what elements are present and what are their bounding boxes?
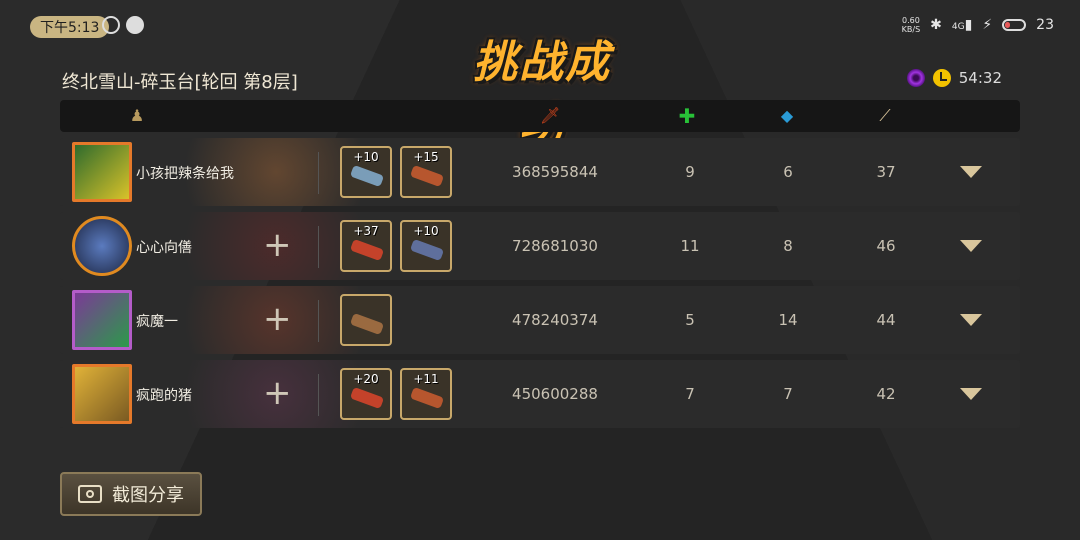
divider (318, 152, 319, 194)
weapon-icon (409, 238, 445, 262)
swirl-icon (906, 69, 925, 87)
wolf-value: 7 (783, 385, 793, 403)
expand-chevron-icon[interactable] (960, 240, 982, 252)
damage-value: 478240374 (512, 311, 598, 329)
stats-header: ♟ 🗡 ✚ ◆ ⟋ (60, 100, 1020, 132)
expand-chevron-icon[interactable] (960, 166, 982, 178)
wolf-value: 14 (778, 311, 798, 329)
player-row: 疯跑的猪 + +20 +11 450600288 7 7 42 (60, 360, 1020, 428)
equipment-level: +11 (413, 372, 439, 386)
equipment-slot[interactable]: +11 (400, 368, 452, 420)
weapon-icon (409, 164, 445, 188)
equipment-slot[interactable]: +37 (340, 220, 392, 272)
weapon-icon (349, 386, 385, 410)
weapon-icon (349, 312, 385, 336)
bone-value: 37 (876, 163, 896, 181)
damage-value: 368595844 (512, 163, 598, 181)
player-name: 小孩把辣条给我 (136, 166, 234, 182)
weapon-icon (349, 238, 385, 262)
equipment-level: +15 (413, 150, 439, 164)
heal-cross-icon: ✚ (678, 104, 696, 128)
status-time: 下午5:13 (30, 16, 110, 38)
player-name: 疯魔一 (136, 314, 178, 330)
divider (318, 374, 319, 416)
player-avatar[interactable] (72, 364, 132, 424)
bone-value: 42 (876, 385, 896, 403)
player-row: 小孩把辣条给我 +10 +15 368595844 9 6 37 (60, 138, 1020, 206)
equipment-slot[interactable]: +15 (400, 146, 452, 198)
timer-area: 54:32 (906, 69, 1002, 87)
weapon-icon (409, 386, 445, 410)
timer-status-icon (102, 16, 120, 34)
heal-value: 5 (685, 311, 695, 329)
app-status-icon (126, 16, 144, 34)
damage-sword-icon: 🗡 (540, 106, 561, 125)
player-name: 心心向僐 (136, 240, 192, 256)
player-avatar[interactable] (72, 142, 132, 202)
player-avatar[interactable] (72, 290, 132, 350)
add-friend-button[interactable]: + (263, 302, 292, 336)
damage-value: 728681030 (512, 237, 598, 255)
timer-value: 54:32 (958, 69, 1002, 87)
equipment-slot[interactable]: +10 (340, 146, 392, 198)
add-friend-button[interactable]: + (263, 228, 292, 262)
battery-icon (1002, 19, 1027, 31)
net-speed: 0.60 KB/S (902, 16, 921, 34)
share-label: 截图分享 (112, 485, 184, 506)
sword-icon (349, 164, 385, 188)
victory-title: 挑战成功 (473, 37, 611, 152)
clock-icon (932, 69, 951, 87)
expand-chevron-icon[interactable] (960, 388, 982, 400)
bluetooth-icon: ✱ (930, 17, 942, 33)
divider (318, 226, 319, 268)
expand-chevron-icon[interactable] (960, 314, 982, 326)
wolf-value: 6 (783, 163, 793, 181)
damage-value: 450600288 (512, 385, 598, 403)
bone-icon: ⟋ (879, 106, 891, 125)
player-icon: ♟ (129, 106, 145, 125)
signal-icon: 4G▮ (951, 17, 973, 33)
equipment-level: +20 (353, 372, 379, 386)
row-background-art (150, 286, 360, 354)
equipment-level: +10 (353, 150, 379, 164)
screenshot-share-button[interactable]: 截图分享 (60, 472, 202, 516)
player-row: 疯魔一 + 478240374 5 14 44 (60, 286, 1020, 354)
equipment-level: +37 (353, 224, 379, 238)
add-friend-button[interactable]: + (263, 376, 292, 410)
equipment-level: +10 (413, 224, 439, 238)
player-row: 心心向僐 + +37 +10 728681030 11 8 46 (60, 212, 1020, 280)
equipment-slot[interactable] (340, 294, 392, 346)
player-avatar[interactable] (72, 216, 132, 276)
wolf-icon: ◆ (780, 106, 794, 125)
net-speed-value: 0.60 (902, 16, 920, 25)
heal-value: 7 (685, 385, 695, 403)
battery-level: 23 (1036, 17, 1054, 33)
signal-label: 4G (951, 22, 965, 32)
bone-value: 46 (876, 237, 896, 255)
stage-name: 终北雪山-碎玉台[轮回 第8层] (62, 72, 298, 93)
status-right: 0.60 KB/S ✱ 4G▮ ⚡ 23 (902, 16, 1054, 34)
camera-icon (78, 485, 102, 503)
charging-icon: ⚡ (982, 17, 993, 33)
divider (318, 300, 319, 342)
heal-value: 9 (685, 163, 695, 181)
bone-value: 44 (876, 311, 896, 329)
wolf-value: 8 (783, 237, 793, 255)
equipment-slot[interactable]: +10 (400, 220, 452, 272)
net-speed-unit: KB/S (901, 25, 921, 34)
heal-value: 11 (680, 237, 700, 255)
player-name: 疯跑的猪 (136, 388, 192, 404)
equipment-slot[interactable]: +20 (340, 368, 392, 420)
